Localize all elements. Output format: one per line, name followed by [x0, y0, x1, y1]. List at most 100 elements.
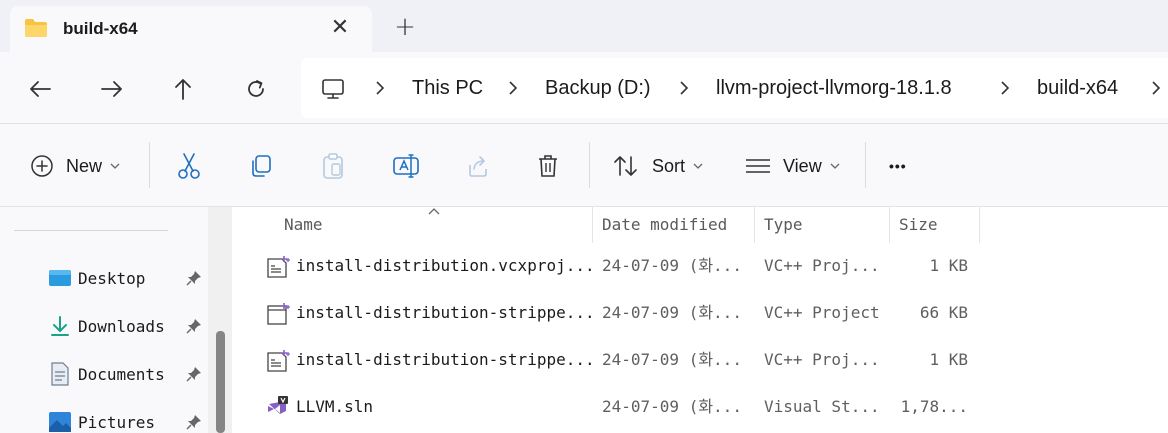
close-tab-icon[interactable]: ✕ — [328, 14, 352, 40]
column-header-type[interactable]: Type — [764, 215, 803, 234]
sidebar-item-documents[interactable]: Documents — [48, 359, 218, 389]
paste-icon — [323, 153, 343, 179]
address-bar[interactable]: This PC Backup (D:) llvm-project-llvmorg… — [301, 58, 1168, 118]
documents-icon — [48, 362, 72, 386]
file-type: VC++ Proj... — [764, 350, 880, 369]
forward-arrow-icon[interactable] — [97, 74, 127, 104]
share-icon — [469, 156, 487, 177]
nav-divider — [14, 230, 168, 231]
nav-scrollbar-thumb[interactable] — [216, 331, 225, 433]
cut-button[interactable] — [176, 150, 202, 182]
visual-studio-solution-icon — [268, 396, 288, 414]
sort-icon — [614, 156, 637, 176]
new-button[interactable]: New — [30, 150, 120, 182]
column-header-name[interactable]: Name — [284, 215, 323, 234]
file-row[interactable]: LLVM.sln 24-07-09 (화... Visual St... 1,7… — [232, 384, 1168, 430]
separator — [149, 142, 150, 188]
breadcrumb-llvm-project[interactable]: llvm-project-llvmorg-18.1.8 — [716, 75, 952, 101]
chevron-right-icon[interactable] — [998, 78, 1012, 98]
sidebar-item-label: Documents — [78, 364, 165, 384]
column-header-size[interactable]: Size — [899, 215, 938, 234]
new-tab-button[interactable]: + — [392, 12, 418, 42]
chevron-right-icon[interactable] — [677, 78, 691, 98]
file-row[interactable]: install-distribution-strippe... 24-07-09… — [232, 290, 1168, 336]
breadcrumb-backup-drive[interactable]: Backup (D:) — [545, 75, 651, 101]
delete-button[interactable] — [536, 150, 560, 182]
chevron-down-icon — [110, 163, 120, 169]
pin-icon[interactable] — [186, 270, 202, 286]
file-size: 1 KB — [929, 350, 968, 369]
file-date: 24-07-09 (화... — [602, 256, 742, 275]
file-date: 24-07-09 (화... — [602, 303, 742, 322]
pictures-icon — [48, 410, 72, 433]
this-pc-icon — [322, 79, 344, 99]
sidebar-item-desktop[interactable]: Desktop — [48, 263, 218, 293]
file-type: VC++ Proj... — [764, 256, 880, 275]
separator — [589, 142, 590, 188]
file-size: 66 KB — [919, 303, 968, 322]
pin-icon[interactable] — [186, 318, 202, 334]
pin-icon[interactable] — [186, 366, 202, 382]
sidebar-item-pictures[interactable]: Pictures — [48, 407, 218, 433]
column-separator[interactable] — [889, 207, 890, 243]
chevron-right-icon[interactable] — [506, 78, 520, 98]
file-row[interactable]: install-distribution.vcxproj... 24-07-09… — [232, 243, 1168, 289]
file-type: Visual St... — [764, 397, 880, 416]
sort-button[interactable]: Sort — [612, 150, 703, 182]
tab-build-x64[interactable]: build-x64 ✕ — [10, 6, 372, 52]
file-size: 1,78... — [900, 397, 968, 416]
chevron-right-icon[interactable] — [1149, 78, 1163, 98]
file-name: install-distribution-strippe... — [296, 303, 595, 322]
sidebar-item-label: Downloads — [78, 316, 165, 336]
folder-icon — [25, 19, 47, 37]
chevron-down-icon — [830, 163, 840, 169]
paste-button[interactable] — [320, 150, 346, 182]
desktop-icon — [48, 266, 72, 290]
pin-icon[interactable] — [186, 414, 202, 430]
back-arrow-icon[interactable] — [25, 74, 55, 104]
file-row[interactable]: install-distribution-strippe... 24-07-09… — [232, 337, 1168, 383]
view-list-icon — [746, 159, 770, 173]
file-list: Name Date modified Type Size install-dis… — [232, 207, 1168, 433]
separator — [865, 142, 866, 188]
refresh-icon[interactable] — [241, 74, 271, 104]
copy-icon — [252, 155, 271, 177]
chevron-down-icon — [693, 163, 703, 169]
view-button[interactable]: View — [745, 150, 840, 182]
downloads-icon — [48, 314, 72, 338]
chevron-right-icon[interactable] — [373, 78, 387, 98]
sort-label: Sort — [652, 155, 686, 176]
file-name: install-distribution.vcxproj... — [296, 256, 595, 275]
vcxproj-filters-icon — [267, 256, 290, 278]
plus-circle-icon — [31, 155, 53, 177]
column-separator[interactable] — [754, 207, 755, 243]
vcxproj-filters-icon — [267, 350, 290, 372]
tab-title: build-x64 — [63, 19, 138, 38]
file-type: VC++ Project — [764, 303, 880, 322]
share-button[interactable] — [464, 150, 490, 182]
column-header-date[interactable]: Date modified — [602, 215, 727, 234]
more-options-button[interactable]: ••• — [889, 150, 907, 182]
sidebar-item-downloads[interactable]: Downloads — [48, 311, 218, 341]
breadcrumb-this-pc[interactable]: This PC — [412, 75, 483, 101]
file-name: install-distribution-strippe... — [296, 350, 595, 369]
navigation-pane: Desktop Downloads Documents Pictures — [0, 207, 232, 433]
rename-button[interactable] — [392, 150, 420, 182]
trash-icon — [539, 155, 557, 177]
breadcrumb-build-x64[interactable]: build-x64 — [1037, 75, 1118, 101]
view-label: View — [783, 155, 822, 176]
tab-strip: build-x64 ✕ + — [0, 0, 1168, 52]
sort-ascending-icon — [428, 208, 440, 215]
file-date: 24-07-09 (화... — [602, 397, 742, 416]
file-size: 1 KB — [929, 256, 968, 275]
sidebar-item-label: Pictures — [78, 412, 156, 432]
up-arrow-icon[interactable] — [168, 74, 198, 104]
column-separator[interactable] — [979, 207, 980, 243]
sidebar-item-label: Desktop — [78, 268, 146, 288]
copy-button[interactable] — [248, 150, 274, 182]
column-separator[interactable] — [592, 207, 593, 243]
command-bar: New Sort View ••• — [0, 124, 1168, 206]
scissors-icon — [178, 153, 200, 179]
vcxproj-icon — [267, 303, 290, 325]
file-name: LLVM.sln — [296, 397, 374, 416]
